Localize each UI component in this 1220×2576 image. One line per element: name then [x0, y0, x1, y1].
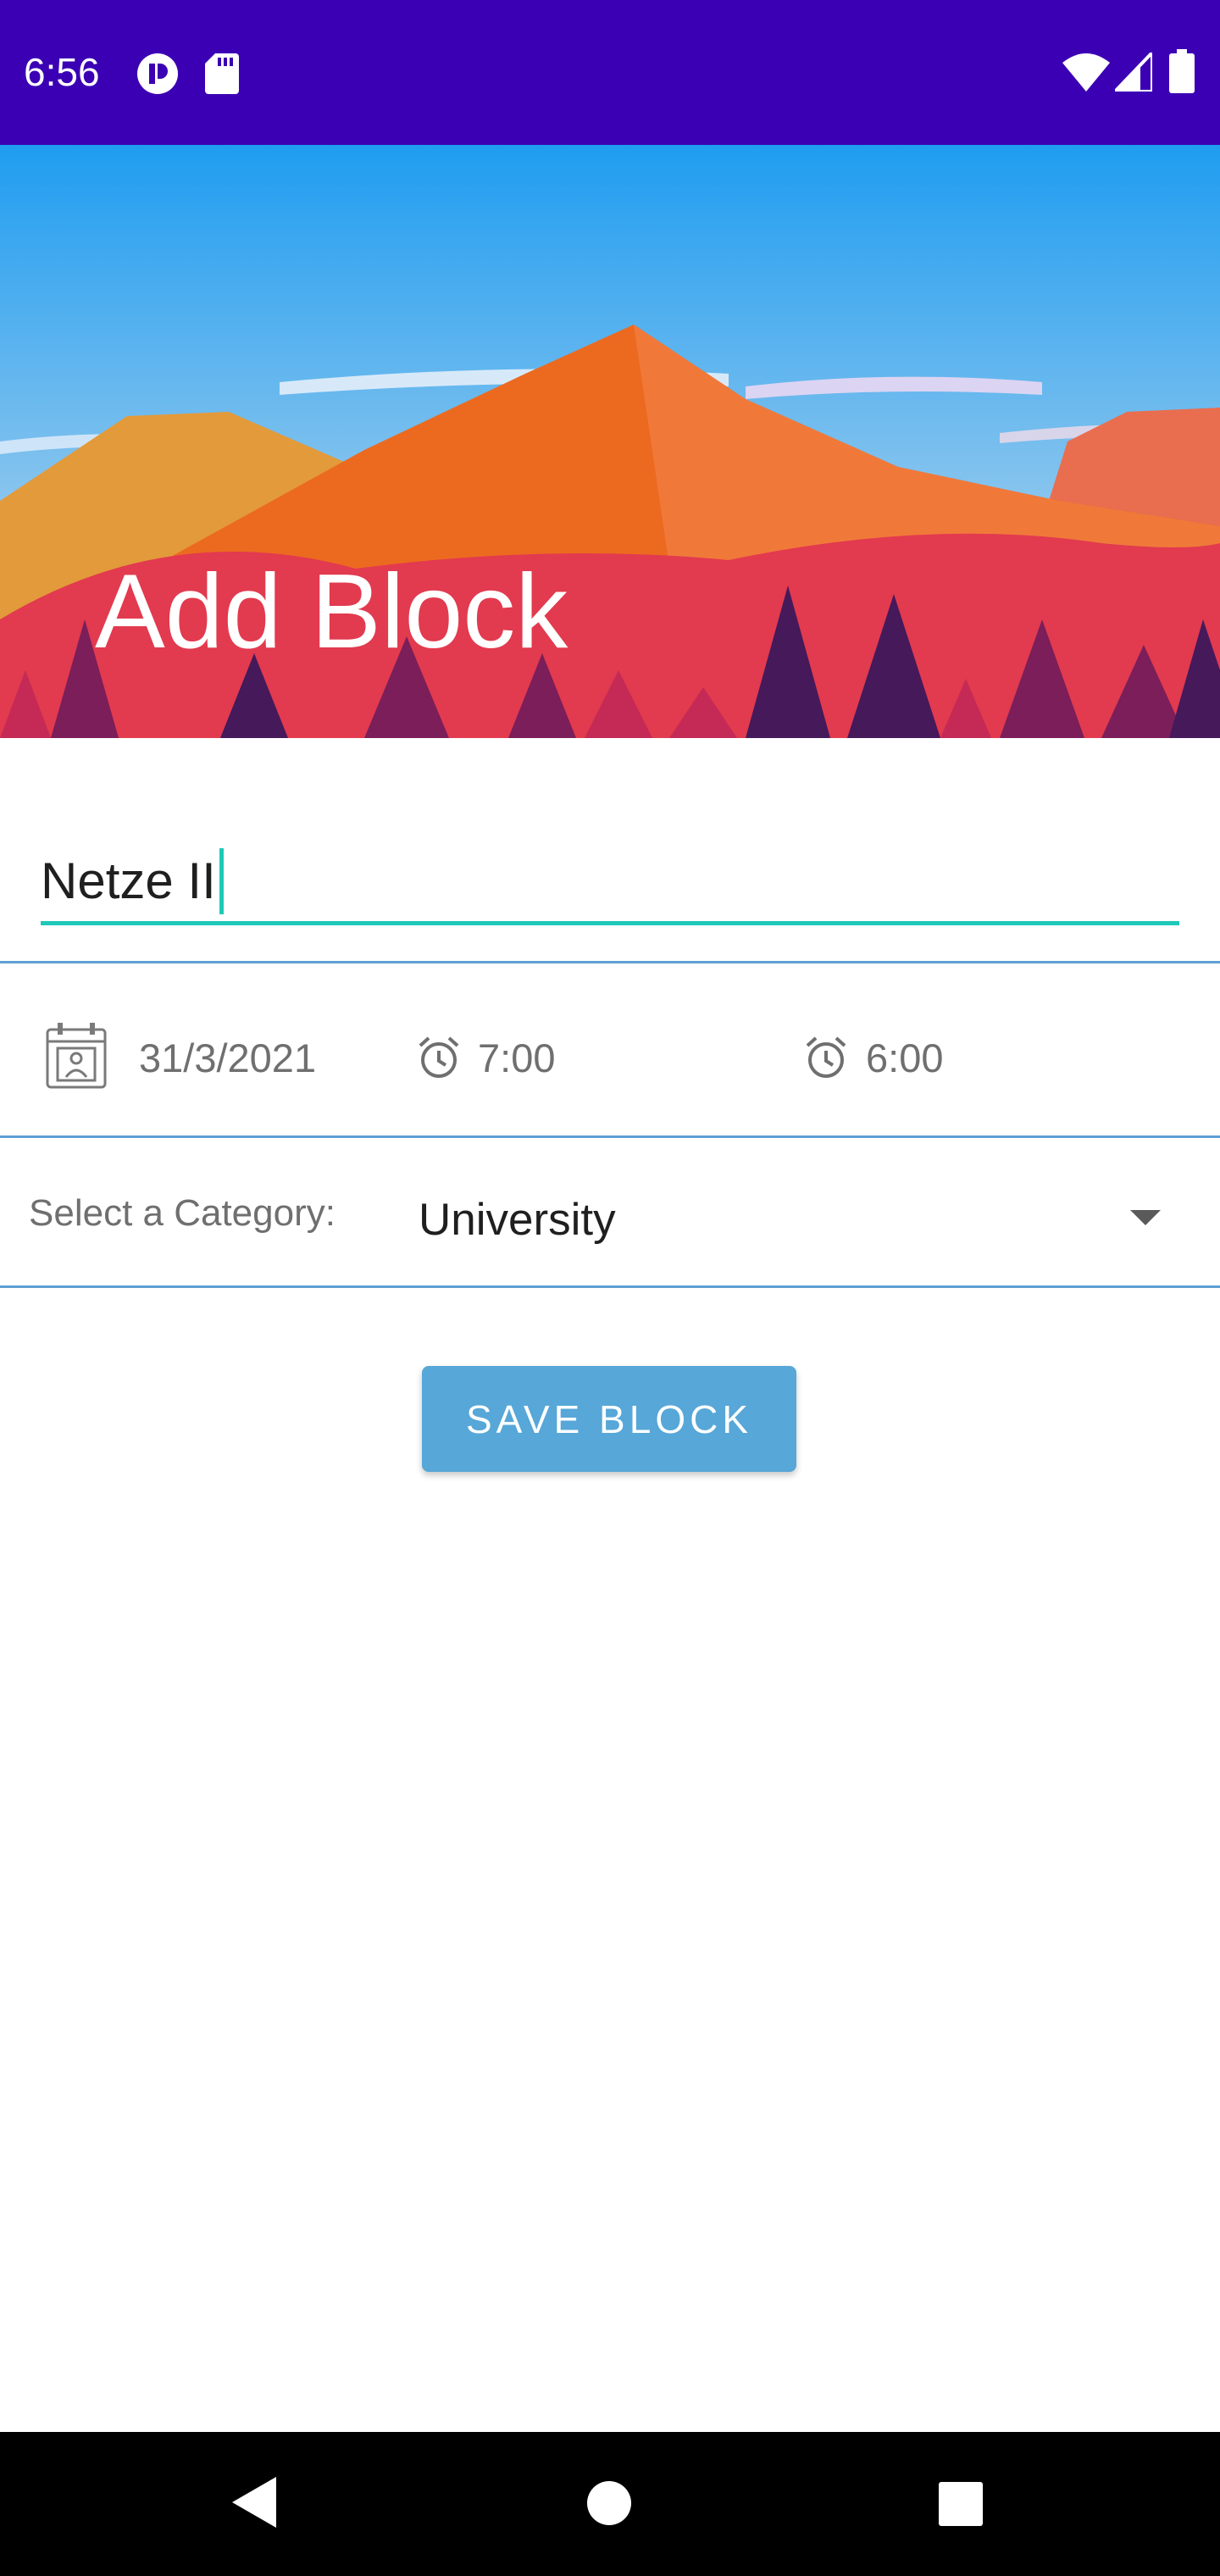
page-title: Add Block — [95, 553, 568, 670]
cell-signal-icon — [1115, 53, 1152, 92]
divider — [0, 961, 1220, 963]
end-time-alarm-icon[interactable] — [802, 1034, 850, 1081]
header-banner: Add Block — [0, 145, 1220, 738]
status-bar: 6:56 — [0, 0, 1220, 145]
text-caret — [219, 848, 224, 915]
start-time-value[interactable]: 7:00 — [478, 1033, 555, 1084]
media-notification-icon — [137, 53, 178, 94]
add-block-screen: 6:56 Add Block Netze II 31/3/2021 7:00 6… — [0, 0, 1220, 2576]
calendar-icon[interactable] — [44, 1021, 108, 1091]
status-time: 6:56 — [24, 50, 100, 94]
category-label: Select a Category: — [29, 1192, 336, 1234]
save-block-button[interactable]: SAVE BLOCK — [422, 1366, 796, 1472]
wifi-icon — [1062, 53, 1110, 92]
dropdown-arrow-icon — [1130, 1210, 1161, 1225]
divider — [0, 1135, 1220, 1138]
start-time-alarm-icon[interactable] — [415, 1034, 463, 1081]
sd-card-icon — [205, 53, 239, 94]
input-underline — [41, 921, 1179, 925]
end-time-value[interactable]: 6:00 — [866, 1033, 943, 1084]
back-icon[interactable] — [232, 2477, 276, 2528]
navigation-bar — [0, 2432, 1220, 2576]
home-icon[interactable] — [586, 2480, 632, 2526]
date-value[interactable]: 31/3/2021 — [139, 1033, 316, 1084]
category-selected-value: University — [419, 1195, 616, 1245]
block-name-input[interactable]: Netze II — [41, 839, 1179, 924]
battery-icon — [1169, 49, 1195, 93]
recents-icon[interactable] — [939, 2482, 983, 2526]
category-dropdown[interactable]: University — [415, 1186, 1195, 1254]
block-name-value: Netze II — [41, 852, 216, 909]
divider — [0, 1285, 1220, 1288]
